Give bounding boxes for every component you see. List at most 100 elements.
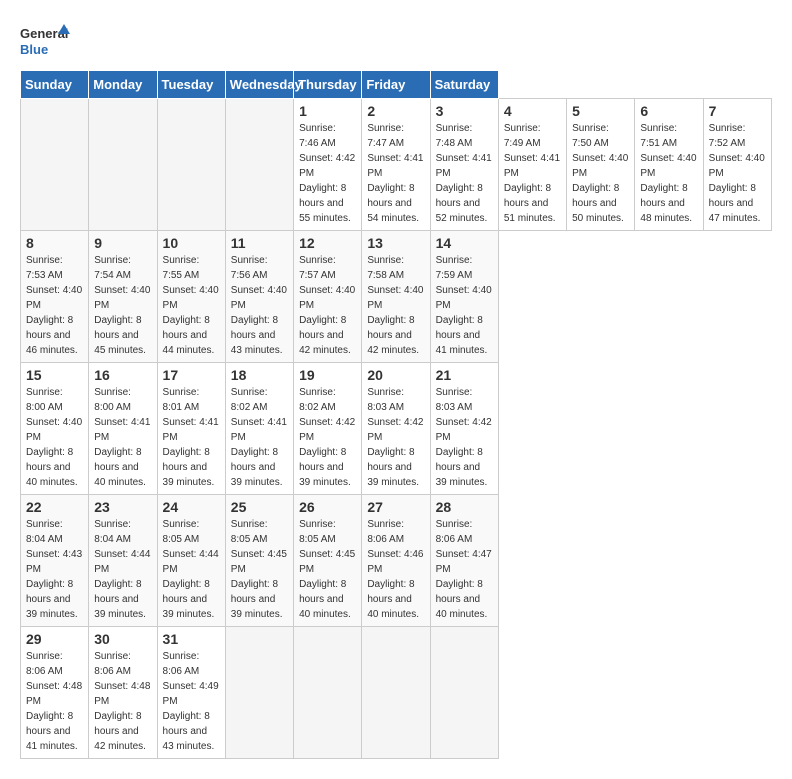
- calendar-day-cell: 6 Sunrise: 7:51 AM Sunset: 4:40 PM Dayli…: [635, 99, 703, 231]
- day-number: 16: [94, 367, 151, 383]
- day-info: Sunrise: 8:06 AM Sunset: 4:48 PM Dayligh…: [26, 649, 83, 754]
- day-number: 31: [163, 631, 220, 647]
- day-number: 27: [367, 499, 424, 515]
- day-info: Sunrise: 7:50 AM Sunset: 4:40 PM Dayligh…: [572, 121, 629, 226]
- calendar-day-cell: 4 Sunrise: 7:49 AM Sunset: 4:41 PM Dayli…: [498, 99, 566, 231]
- calendar-day-cell: 28 Sunrise: 8:06 AM Sunset: 4:47 PM Dayl…: [430, 495, 498, 627]
- day-info: Sunrise: 8:05 AM Sunset: 4:45 PM Dayligh…: [231, 517, 288, 622]
- calendar-day-cell: 2 Sunrise: 7:47 AM Sunset: 4:41 PM Dayli…: [362, 99, 430, 231]
- day-number: 2: [367, 103, 424, 119]
- day-number: 28: [436, 499, 493, 515]
- calendar-day-cell: 7 Sunrise: 7:52 AM Sunset: 4:40 PM Dayli…: [703, 99, 771, 231]
- day-info: Sunrise: 8:06 AM Sunset: 4:47 PM Dayligh…: [436, 517, 493, 622]
- calendar-week-row: 15 Sunrise: 8:00 AM Sunset: 4:40 PM Dayl…: [21, 363, 772, 495]
- day-info: Sunrise: 7:53 AM Sunset: 4:40 PM Dayligh…: [26, 253, 83, 358]
- day-number: 15: [26, 367, 83, 383]
- calendar-day-cell: [430, 627, 498, 759]
- calendar-week-row: 8 Sunrise: 7:53 AM Sunset: 4:40 PM Dayli…: [21, 231, 772, 363]
- day-number: 20: [367, 367, 424, 383]
- weekday-header: Thursday: [294, 71, 362, 99]
- calendar-day-cell: [225, 627, 293, 759]
- logo: General Blue: [20, 20, 70, 60]
- day-number: 18: [231, 367, 288, 383]
- day-info: Sunrise: 7:49 AM Sunset: 4:41 PM Dayligh…: [504, 121, 561, 226]
- day-info: Sunrise: 7:55 AM Sunset: 4:40 PM Dayligh…: [163, 253, 220, 358]
- day-number: 14: [436, 235, 493, 251]
- day-number: 13: [367, 235, 424, 251]
- weekday-header: Wednesday: [225, 71, 293, 99]
- calendar-day-cell: 12 Sunrise: 7:57 AM Sunset: 4:40 PM Dayl…: [294, 231, 362, 363]
- day-info: Sunrise: 8:00 AM Sunset: 4:40 PM Dayligh…: [26, 385, 83, 490]
- calendar-day-cell: 14 Sunrise: 7:59 AM Sunset: 4:40 PM Dayl…: [430, 231, 498, 363]
- day-number: 6: [640, 103, 697, 119]
- calendar-day-cell: 25 Sunrise: 8:05 AM Sunset: 4:45 PM Dayl…: [225, 495, 293, 627]
- day-info: Sunrise: 8:00 AM Sunset: 4:41 PM Dayligh…: [94, 385, 151, 490]
- calendar-day-cell: 13 Sunrise: 7:58 AM Sunset: 4:40 PM Dayl…: [362, 231, 430, 363]
- calendar-day-cell: 5 Sunrise: 7:50 AM Sunset: 4:40 PM Dayli…: [567, 99, 635, 231]
- day-number: 22: [26, 499, 83, 515]
- calendar-day-cell: 18 Sunrise: 8:02 AM Sunset: 4:41 PM Dayl…: [225, 363, 293, 495]
- day-info: Sunrise: 8:06 AM Sunset: 4:48 PM Dayligh…: [94, 649, 151, 754]
- weekday-header: Sunday: [21, 71, 89, 99]
- calendar-week-row: 22 Sunrise: 8:04 AM Sunset: 4:43 PM Dayl…: [21, 495, 772, 627]
- calendar-body: 1 Sunrise: 7:46 AM Sunset: 4:42 PM Dayli…: [21, 99, 772, 759]
- day-info: Sunrise: 7:51 AM Sunset: 4:40 PM Dayligh…: [640, 121, 697, 226]
- day-info: Sunrise: 7:56 AM Sunset: 4:40 PM Dayligh…: [231, 253, 288, 358]
- day-number: 7: [709, 103, 766, 119]
- calendar-day-cell: 9 Sunrise: 7:54 AM Sunset: 4:40 PM Dayli…: [89, 231, 157, 363]
- calendar-day-cell: 23 Sunrise: 8:04 AM Sunset: 4:44 PM Dayl…: [89, 495, 157, 627]
- weekday-header: Tuesday: [157, 71, 225, 99]
- calendar-table: SundayMondayTuesdayWednesdayThursdayFrid…: [20, 70, 772, 759]
- day-info: Sunrise: 7:58 AM Sunset: 4:40 PM Dayligh…: [367, 253, 424, 358]
- calendar-day-cell: 24 Sunrise: 8:05 AM Sunset: 4:44 PM Dayl…: [157, 495, 225, 627]
- day-info: Sunrise: 8:03 AM Sunset: 4:42 PM Dayligh…: [436, 385, 493, 490]
- day-info: Sunrise: 7:46 AM Sunset: 4:42 PM Dayligh…: [299, 121, 356, 226]
- day-info: Sunrise: 8:04 AM Sunset: 4:43 PM Dayligh…: [26, 517, 83, 622]
- calendar-day-cell: 22 Sunrise: 8:04 AM Sunset: 4:43 PM Dayl…: [21, 495, 89, 627]
- day-number: 30: [94, 631, 151, 647]
- weekday-header: Friday: [362, 71, 430, 99]
- day-number: 5: [572, 103, 629, 119]
- day-info: Sunrise: 7:59 AM Sunset: 4:40 PM Dayligh…: [436, 253, 493, 358]
- day-number: 21: [436, 367, 493, 383]
- calendar-day-cell: 1 Sunrise: 7:46 AM Sunset: 4:42 PM Dayli…: [294, 99, 362, 231]
- calendar-day-cell: 8 Sunrise: 7:53 AM Sunset: 4:40 PM Dayli…: [21, 231, 89, 363]
- day-info: Sunrise: 8:06 AM Sunset: 4:46 PM Dayligh…: [367, 517, 424, 622]
- calendar-day-cell: 30 Sunrise: 8:06 AM Sunset: 4:48 PM Dayl…: [89, 627, 157, 759]
- day-info: Sunrise: 8:05 AM Sunset: 4:44 PM Dayligh…: [163, 517, 220, 622]
- calendar-day-cell: [225, 99, 293, 231]
- calendar-week-row: 1 Sunrise: 7:46 AM Sunset: 4:42 PM Dayli…: [21, 99, 772, 231]
- calendar-day-cell: 27 Sunrise: 8:06 AM Sunset: 4:46 PM Dayl…: [362, 495, 430, 627]
- day-info: Sunrise: 8:01 AM Sunset: 4:41 PM Dayligh…: [163, 385, 220, 490]
- day-number: 23: [94, 499, 151, 515]
- day-info: Sunrise: 8:05 AM Sunset: 4:45 PM Dayligh…: [299, 517, 356, 622]
- calendar-day-cell: [89, 99, 157, 231]
- calendar-day-cell: [362, 627, 430, 759]
- calendar-day-cell: [21, 99, 89, 231]
- calendar-day-cell: 31 Sunrise: 8:06 AM Sunset: 4:49 PM Dayl…: [157, 627, 225, 759]
- day-info: Sunrise: 8:06 AM Sunset: 4:49 PM Dayligh…: [163, 649, 220, 754]
- calendar-week-row: 29 Sunrise: 8:06 AM Sunset: 4:48 PM Dayl…: [21, 627, 772, 759]
- calendar-day-cell: 16 Sunrise: 8:00 AM Sunset: 4:41 PM Dayl…: [89, 363, 157, 495]
- day-info: Sunrise: 7:54 AM Sunset: 4:40 PM Dayligh…: [94, 253, 151, 358]
- day-info: Sunrise: 7:57 AM Sunset: 4:40 PM Dayligh…: [299, 253, 356, 358]
- day-number: 9: [94, 235, 151, 251]
- calendar-day-cell: 3 Sunrise: 7:48 AM Sunset: 4:41 PM Dayli…: [430, 99, 498, 231]
- day-number: 8: [26, 235, 83, 251]
- day-number: 4: [504, 103, 561, 119]
- day-number: 25: [231, 499, 288, 515]
- calendar-day-cell: 21 Sunrise: 8:03 AM Sunset: 4:42 PM Dayl…: [430, 363, 498, 495]
- day-info: Sunrise: 8:04 AM Sunset: 4:44 PM Dayligh…: [94, 517, 151, 622]
- day-info: Sunrise: 8:02 AM Sunset: 4:41 PM Dayligh…: [231, 385, 288, 490]
- calendar-day-cell: 29 Sunrise: 8:06 AM Sunset: 4:48 PM Dayl…: [21, 627, 89, 759]
- logo-icon: General Blue: [20, 20, 70, 60]
- calendar-day-cell: 26 Sunrise: 8:05 AM Sunset: 4:45 PM Dayl…: [294, 495, 362, 627]
- day-info: Sunrise: 8:02 AM Sunset: 4:42 PM Dayligh…: [299, 385, 356, 490]
- calendar-day-cell: [294, 627, 362, 759]
- weekday-header: Saturday: [430, 71, 498, 99]
- day-number: 10: [163, 235, 220, 251]
- calendar-day-cell: 10 Sunrise: 7:55 AM Sunset: 4:40 PM Dayl…: [157, 231, 225, 363]
- day-number: 17: [163, 367, 220, 383]
- calendar-day-cell: [157, 99, 225, 231]
- svg-text:Blue: Blue: [20, 42, 48, 57]
